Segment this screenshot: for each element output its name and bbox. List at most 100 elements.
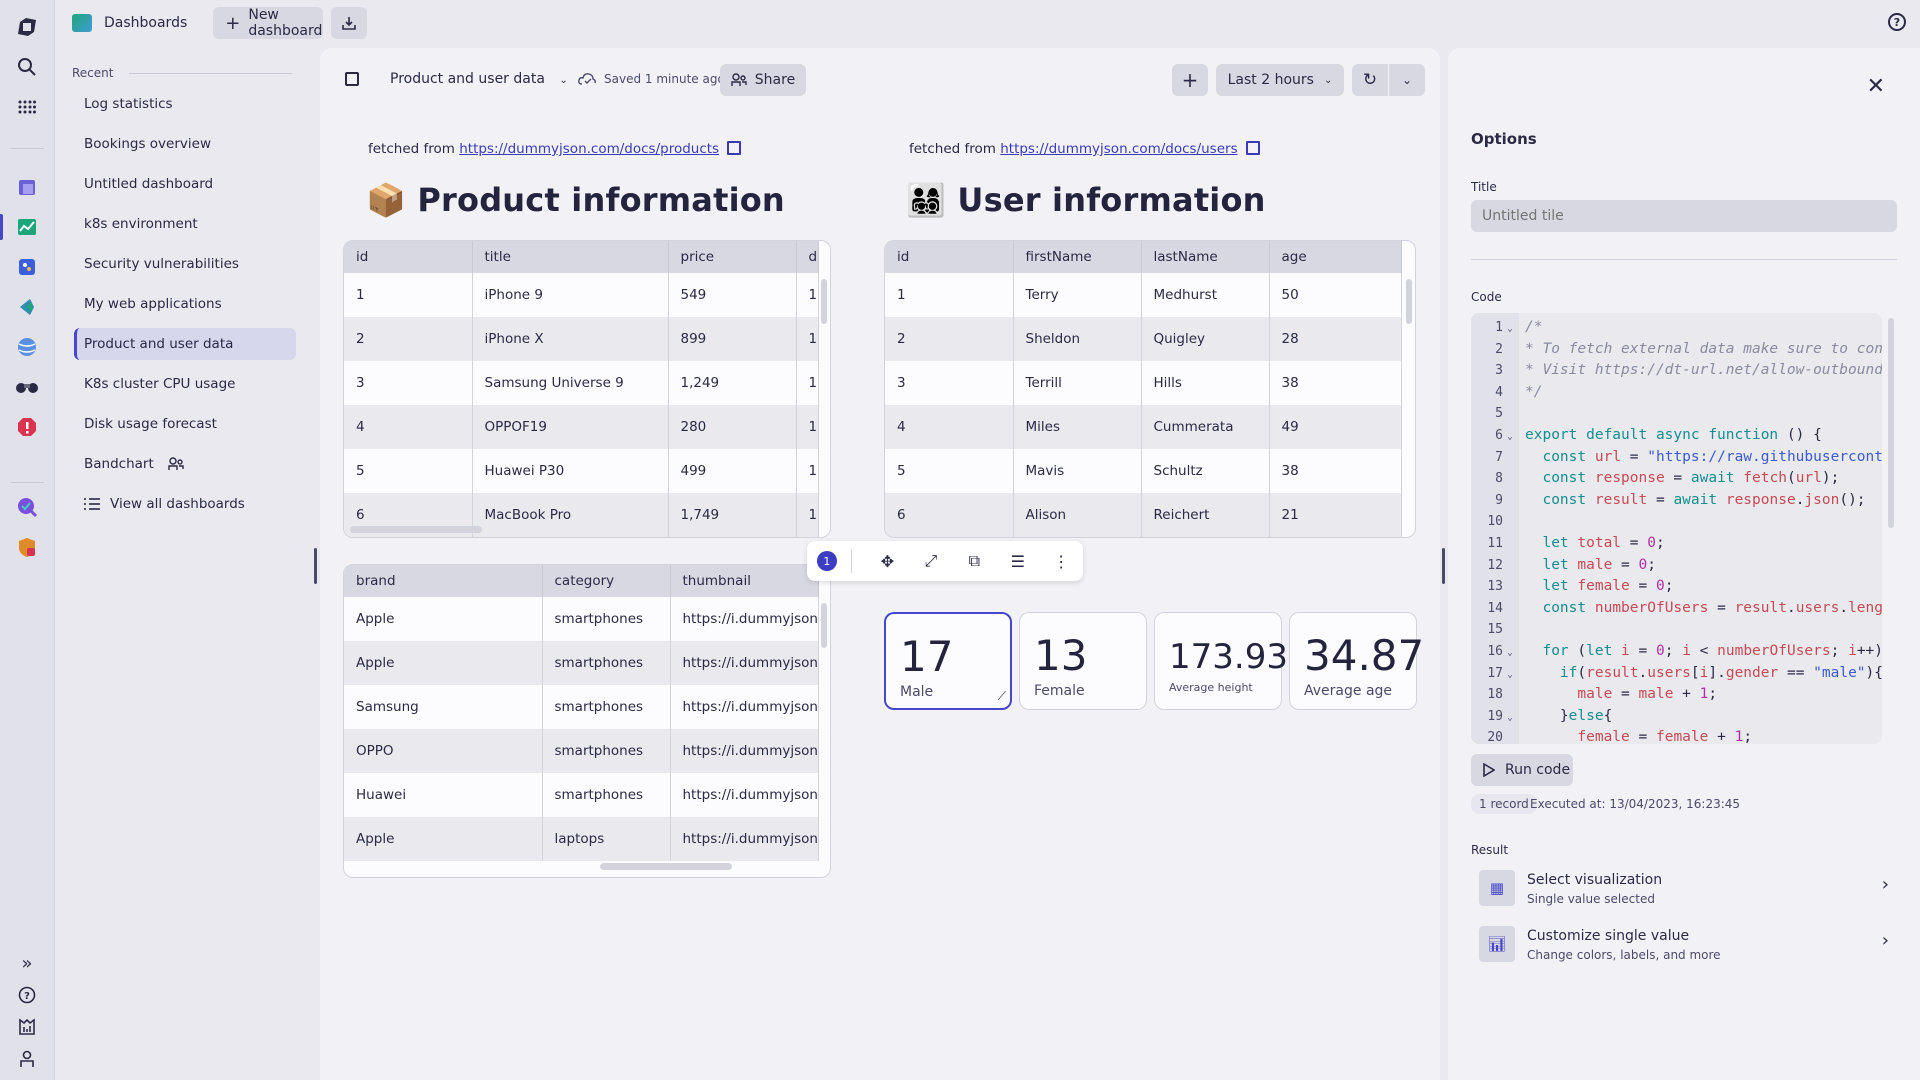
more-options-icon[interactable]: ⋮	[1040, 552, 1083, 571]
code-scrollbar[interactable]	[1888, 318, 1894, 528]
sidebar-item-active[interactable]: Product and user data	[74, 328, 296, 360]
external-link-icon[interactable]	[727, 141, 742, 155]
customize-single-value-item[interactable]: 📊︎ Customize single value Change colors,…	[1479, 926, 1899, 964]
investigations-icon[interactable]	[14, 494, 40, 520]
table-row[interactable]: 4 Miles Cummerata 49	[885, 405, 1402, 449]
table-row[interactable]: 3 Terrill Hills 38	[885, 361, 1402, 405]
table-row[interactable]: Apple smartphones https://i.dummyjson.	[344, 641, 819, 685]
table-row[interactable]: 2 Sheldon Quigley 28	[885, 317, 1402, 361]
horizontal-scrollbar[interactable]	[350, 526, 482, 533]
select-visualization-item[interactable]: ▦ Select visualization Single value sele…	[1479, 870, 1899, 908]
dashboard-name-dropdown[interactable]: Product and user data ⌄	[390, 71, 568, 87]
fold-chevron-icon[interactable]: ⌄	[1503, 708, 1517, 730]
move-icon[interactable]: ✥	[866, 552, 909, 571]
products-docs-link[interactable]: https://dummyjson.com/docs/products	[459, 141, 719, 157]
horizontal-scrollbar[interactable]	[600, 863, 732, 870]
infrastructure-globe-icon[interactable]	[14, 334, 40, 360]
column-header[interactable]: thumbnail	[670, 565, 819, 597]
sidebar-resize-handle[interactable]	[314, 548, 317, 584]
resize-handle-icon[interactable]: ⟋	[998, 689, 1006, 704]
table-cell: 5	[344, 449, 473, 493]
tile-title-input[interactable]	[1471, 200, 1897, 232]
collapse-sidebar-icon[interactable]	[345, 72, 359, 86]
sidebar-item[interactable]: k8s environment	[74, 208, 296, 240]
problems-alert-icon[interactable]	[14, 414, 40, 440]
table-row[interactable]: 5 Huawei P30 499 1	[344, 449, 819, 493]
table-row[interactable]: Samsung smartphones https://i.dummyjson.	[344, 685, 819, 729]
apps-grid-icon[interactable]	[14, 94, 40, 120]
single-value-tile-age[interactable]: 34.87 Average age	[1289, 612, 1424, 710]
dynatrace-logo-icon[interactable]	[14, 14, 40, 40]
column-header[interactable]: price	[668, 241, 797, 273]
column-header[interactable]: id	[885, 241, 1014, 273]
binoculars-icon[interactable]	[14, 374, 40, 400]
single-value-tile-male[interactable]: 17 Male ⟋	[884, 612, 1012, 710]
timeframe-selector[interactable]: Last 2 hours ⌄	[1216, 64, 1344, 96]
sidebar-item[interactable]: Untitled dashboard	[74, 168, 296, 200]
column-header[interactable]: lastName	[1141, 241, 1270, 273]
column-header[interactable]: category	[542, 565, 671, 597]
single-value-tile-height[interactable]: 173.93 Average height	[1154, 612, 1288, 710]
panel-resize-handle[interactable]	[1442, 548, 1445, 584]
refresh-options-button[interactable]: ⌄	[1389, 64, 1425, 96]
code-editor[interactable]: 1 ⌄/* 2 * To fetch external data make sure …	[1471, 313, 1882, 744]
add-tile-button[interactable]: +	[1172, 64, 1208, 96]
help-button[interactable]: ?	[1888, 13, 1906, 31]
view-all-dashboards-link[interactable]: View all dashboards	[74, 488, 296, 520]
user-icon[interactable]	[14, 1046, 40, 1072]
table-row[interactable]: Apple laptops https://i.dummyjson.	[344, 817, 819, 861]
sidebar-item[interactable]: K8s cluster CPU usage	[74, 368, 296, 400]
upload-button[interactable]	[331, 7, 368, 39]
table-row[interactable]: 3 Samsung Universe 9 1,249 1	[344, 361, 819, 405]
fold-chevron-icon[interactable]: ⌄	[1503, 319, 1517, 341]
table-row[interactable]: 4 OPPOF19 280 1	[344, 405, 819, 449]
security-shield-icon[interactable]	[14, 534, 40, 560]
share-button[interactable]: Share	[720, 64, 806, 96]
code-text: const url = "https://raw.githubuserconte	[1517, 449, 1882, 465]
expand-rail-icon[interactable]: »	[14, 950, 40, 976]
fold-chevron-icon[interactable]: ⌄	[1503, 643, 1517, 665]
column-header[interactable]: title	[472, 241, 669, 273]
table-row[interactable]: OPPO smartphones https://i.dummyjson.	[344, 729, 819, 773]
table-row[interactable]: 6 Alison Reichert 21	[885, 493, 1402, 537]
sidebar-item[interactable]: Bandchart	[74, 448, 296, 480]
close-icon[interactable]: ✕	[1867, 74, 1885, 99]
sidebar-item[interactable]: Disk usage forecast	[74, 408, 296, 440]
sidebar-item[interactable]: My web applications	[74, 288, 296, 320]
vertical-scrollbar[interactable]	[821, 279, 827, 324]
vertical-scrollbar[interactable]	[821, 603, 827, 648]
column-header[interactable]: d	[796, 241, 819, 273]
column-header[interactable]: firstName	[1013, 241, 1142, 273]
table-row[interactable]: 2 iPhone X 899 1	[344, 317, 819, 361]
table-row[interactable]: 1 Terry Medhurst 50	[885, 273, 1402, 317]
notebooks-app-icon[interactable]	[14, 254, 40, 280]
sidebar-item[interactable]: Log statistics	[74, 88, 296, 120]
single-value-tile-female[interactable]: 13 Female	[1019, 612, 1147, 710]
column-header[interactable]: id	[344, 241, 473, 273]
users-docs-link[interactable]: https://dummyjson.com/docs/users	[1000, 141, 1237, 157]
release-notes-icon[interactable]	[14, 1014, 40, 1040]
search-icon[interactable]	[14, 54, 40, 80]
column-header[interactable]: brand	[344, 565, 543, 597]
external-link-icon[interactable]	[1245, 141, 1260, 155]
duplicate-icon[interactable]: ⧉	[953, 551, 996, 571]
help-icon[interactable]: ?	[14, 982, 40, 1008]
settings-sliders-icon[interactable]: ☰	[996, 552, 1039, 571]
fold-chevron-icon[interactable]: ⌄	[1503, 427, 1517, 449]
traces-app-icon[interactable]	[14, 294, 40, 320]
table-row[interactable]: Huawei smartphones https://i.dummyjson.	[344, 773, 819, 817]
sidebar-item[interactable]: Bookings overview	[74, 128, 296, 160]
maximize-icon[interactable]: ⤢	[909, 551, 952, 571]
column-header[interactable]: age	[1269, 241, 1402, 273]
table-row[interactable]: 5 Mavis Schultz 38	[885, 449, 1402, 493]
run-code-button[interactable]: Run code	[1471, 754, 1573, 786]
sidebar-item[interactable]: Security vulnerabilities	[74, 248, 296, 280]
dashboards-app-icon[interactable]	[14, 214, 40, 240]
bubble-cube-app-icon[interactable]	[14, 174, 40, 200]
table-row[interactable]: Apple smartphones https://i.dummyjson.	[344, 597, 819, 641]
fold-chevron-icon[interactable]: ⌄	[1503, 665, 1517, 687]
new-dashboard-button[interactable]: + New dashboard	[213, 7, 324, 39]
refresh-button[interactable]: ↻	[1352, 64, 1388, 96]
vertical-scrollbar[interactable]	[1406, 279, 1412, 324]
table-row[interactable]: 1 iPhone 9 549 1	[344, 273, 819, 317]
